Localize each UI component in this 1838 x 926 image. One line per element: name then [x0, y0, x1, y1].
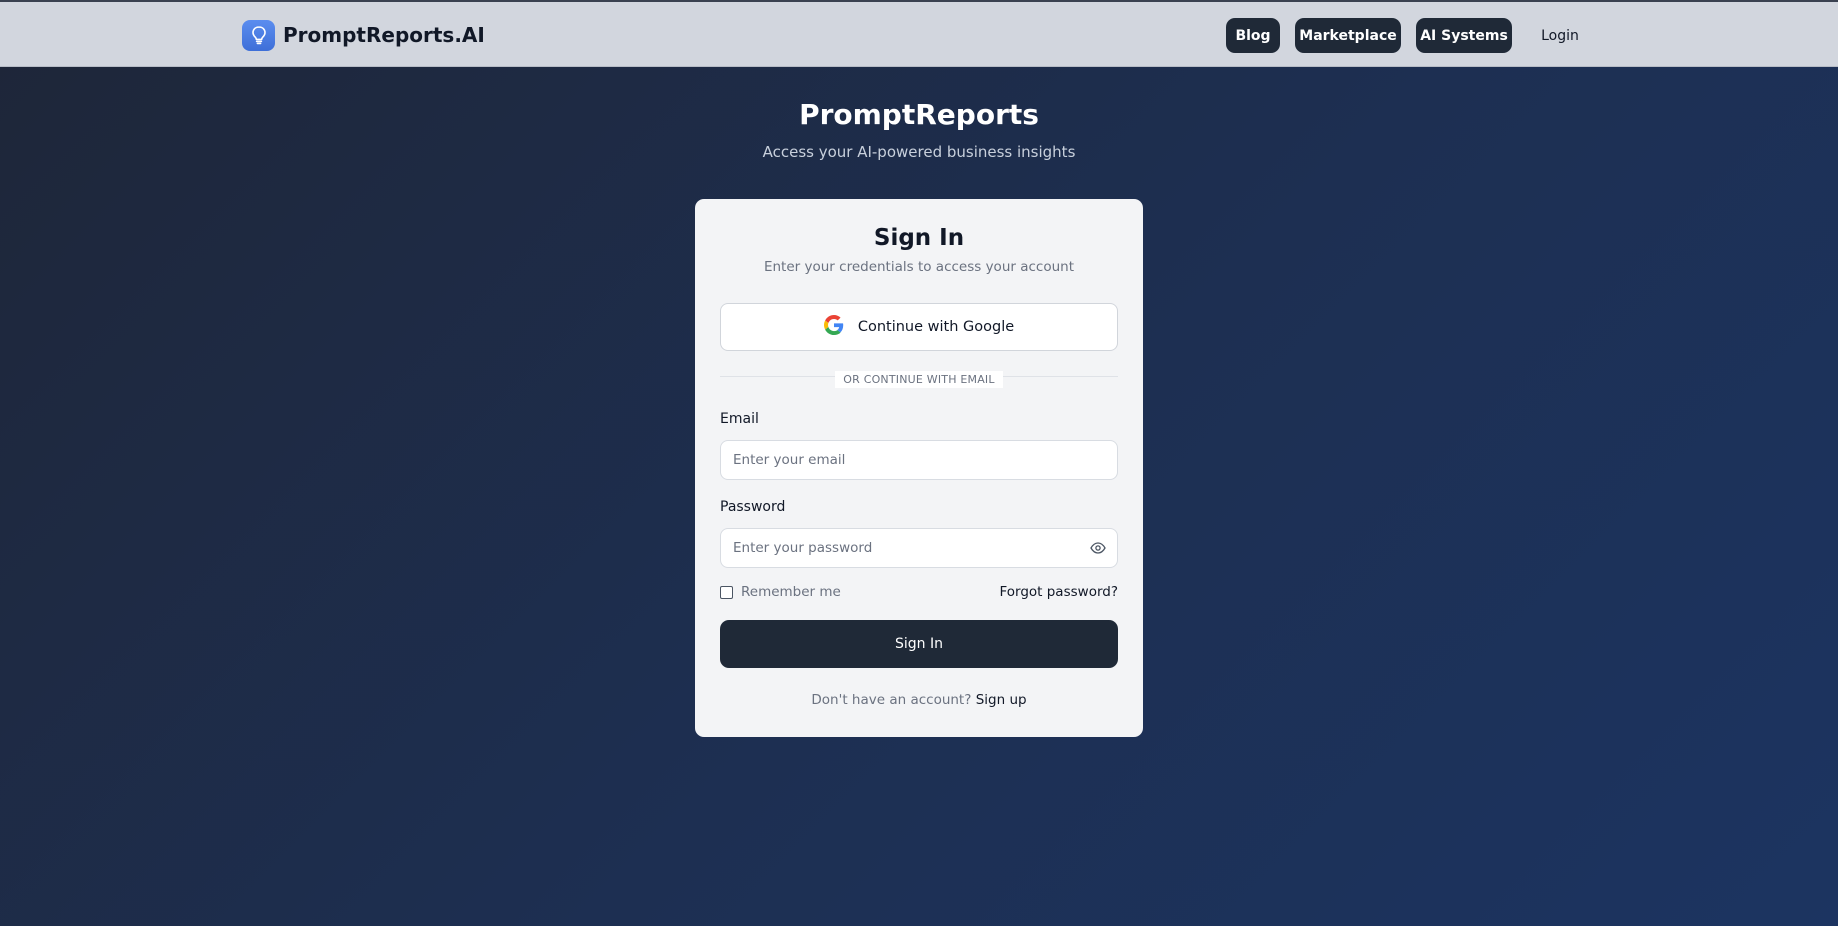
top-navbar: PromptReports.AI Blog Marketplace AI Sys…: [0, 0, 1838, 67]
signup-link[interactable]: Sign up: [976, 692, 1027, 708]
divider-text: OR CONTINUE WITH EMAIL: [835, 371, 1003, 388]
password-label: Password: [720, 499, 786, 515]
card-title: Sign In: [873, 225, 965, 251]
card-subtitle: Enter your credentials to access your ac…: [763, 259, 1075, 275]
brand-name: PromptReports.AI: [283, 23, 485, 47]
hero-title: PromptReports: [799, 98, 1039, 131]
hero-subtitle: Access your AI-powered business insights: [762, 143, 1076, 161]
remember-me-checkbox[interactable]: [720, 585, 733, 599]
google-button-label: Continue with Google: [857, 319, 1015, 335]
sign-in-button[interactable]: Sign In: [720, 620, 1118, 668]
eye-icon[interactable]: [1089, 540, 1107, 556]
lightbulb-icon: [242, 19, 275, 51]
remember-me[interactable]: Remember me: [720, 584, 841, 600]
forgot-password-link[interactable]: Forgot password?: [999, 584, 1118, 600]
nav-marketplace-button[interactable]: Marketplace: [1295, 18, 1401, 53]
signup-row: Don't have an account? Sign up: [695, 692, 1143, 708]
remember-me-label: Remember me: [741, 584, 841, 600]
nav-ai-systems-button[interactable]: AI Systems: [1416, 18, 1512, 53]
password-field[interactable]: [720, 528, 1118, 568]
email-label: Email: [720, 411, 759, 427]
email-field[interactable]: [720, 440, 1118, 480]
sign-in-card: Sign In Enter your credentials to access…: [695, 199, 1143, 737]
google-sign-in-button[interactable]: Continue with Google: [720, 303, 1118, 351]
divider: OR CONTINUE WITH EMAIL: [695, 368, 1143, 388]
nav-login-link[interactable]: Login: [1528, 18, 1592, 53]
google-icon: [823, 315, 844, 339]
signup-prompt: Don't have an account?: [811, 692, 972, 708]
nav-blog-button[interactable]: Blog: [1226, 18, 1280, 53]
brand[interactable]: PromptReports.AI: [242, 19, 485, 51]
